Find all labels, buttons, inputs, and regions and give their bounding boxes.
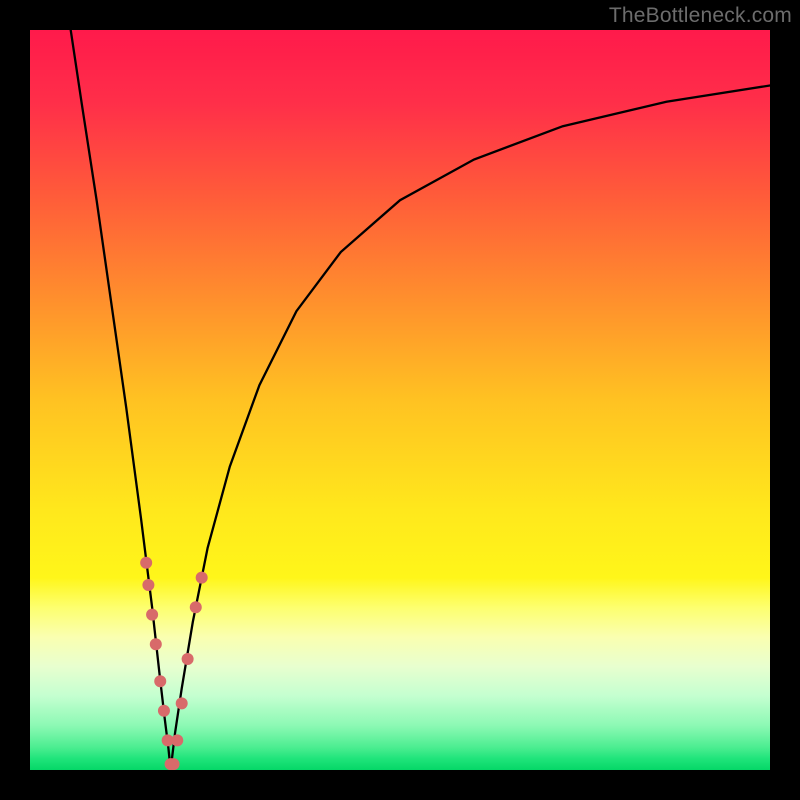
markers-group xyxy=(140,557,208,770)
marker-point xyxy=(168,758,180,770)
watermark-text: TheBottleneck.com xyxy=(609,4,792,28)
curves-layer xyxy=(30,30,770,770)
marker-point xyxy=(154,675,166,687)
series-group xyxy=(71,30,770,770)
marker-point xyxy=(150,638,162,650)
marker-point xyxy=(142,579,154,591)
chart-frame: TheBottleneck.com xyxy=(0,0,800,800)
marker-point xyxy=(140,557,152,569)
marker-point xyxy=(190,601,202,613)
marker-point xyxy=(146,609,158,621)
marker-point xyxy=(196,572,208,584)
series-curve-right xyxy=(171,86,770,771)
marker-point xyxy=(182,653,194,665)
series-curve-left xyxy=(71,30,171,770)
marker-point xyxy=(171,734,183,746)
marker-point xyxy=(158,705,170,717)
marker-point xyxy=(176,697,188,709)
plot-area xyxy=(30,30,770,770)
